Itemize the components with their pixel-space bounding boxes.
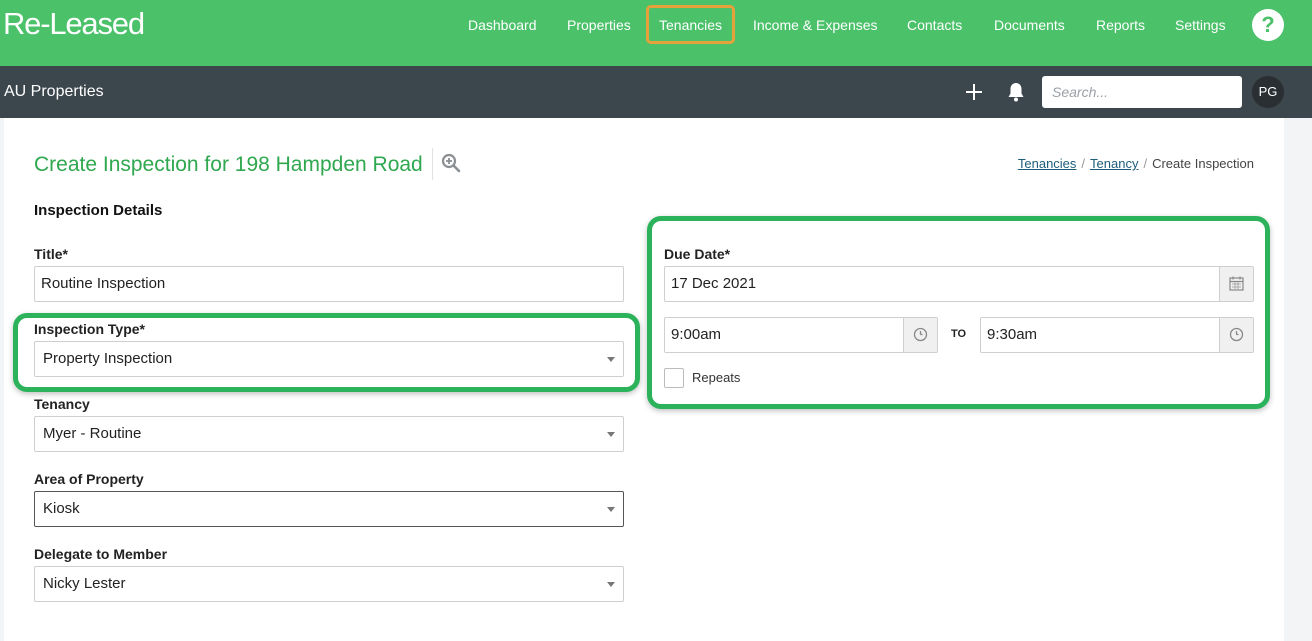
nav-contacts[interactable]: Contacts bbox=[907, 17, 962, 33]
plus-icon[interactable] bbox=[963, 81, 985, 103]
nav-reports[interactable]: Reports bbox=[1096, 17, 1145, 33]
title-divider bbox=[432, 148, 433, 180]
breadcrumb-tenancy[interactable]: Tenancy bbox=[1090, 156, 1138, 171]
magnifier-plus-icon[interactable] bbox=[441, 153, 461, 173]
nav-dashboard[interactable]: Dashboard bbox=[468, 17, 537, 33]
caret-down-icon bbox=[607, 582, 615, 587]
breadcrumb: Tenancies / Tenancy / Create Inspection bbox=[1018, 156, 1254, 171]
delegate-select[interactable]: Nicky Lester bbox=[34, 566, 624, 602]
nav-tenancies[interactable]: Tenancies bbox=[646, 5, 736, 44]
content-panel: Create Inspection for 198 Hampden Road T… bbox=[4, 118, 1284, 641]
caret-down-icon bbox=[607, 507, 615, 512]
title-label: Title* bbox=[34, 246, 68, 262]
nav-properties[interactable]: Properties bbox=[567, 17, 631, 33]
search-input[interactable] bbox=[1042, 76, 1242, 108]
calendar-icon[interactable] bbox=[1219, 267, 1253, 301]
delegate-value: Nicky Lester bbox=[43, 575, 126, 592]
nav-documents[interactable]: Documents bbox=[994, 17, 1065, 33]
organisation-name: AU Properties bbox=[4, 83, 104, 100]
area-label: Area of Property bbox=[34, 471, 144, 487]
question-icon[interactable]: ? bbox=[1252, 9, 1284, 41]
end-time-field[interactable]: 9:30am bbox=[980, 317, 1254, 353]
due-date-field[interactable]: 17 Dec 2021 bbox=[664, 266, 1254, 302]
nav-income-expenses[interactable]: Income & Expenses bbox=[753, 17, 878, 33]
repeats-checkbox[interactable] bbox=[664, 368, 684, 388]
repeats-label: Repeats bbox=[692, 370, 741, 385]
breadcrumb-separator: / bbox=[1081, 156, 1086, 171]
caret-down-icon bbox=[607, 432, 615, 437]
avatar[interactable]: PG bbox=[1252, 76, 1284, 108]
clock-icon[interactable] bbox=[903, 318, 937, 352]
tenancy-label: Tenancy bbox=[34, 396, 90, 412]
area-select[interactable]: Kiosk bbox=[34, 491, 624, 527]
inspection-type-select[interactable]: Property Inspection bbox=[34, 341, 624, 377]
delegate-label: Delegate to Member bbox=[34, 546, 168, 562]
inspection-type-label: Inspection Type* bbox=[34, 321, 145, 337]
bell-icon[interactable] bbox=[1004, 80, 1028, 104]
to-label: TO bbox=[951, 328, 967, 340]
page-title: Create Inspection for 198 Hampden Road bbox=[34, 153, 423, 176]
area-value: Kiosk bbox=[43, 500, 80, 517]
start-time-value: 9:00am bbox=[671, 326, 722, 343]
tenancy-value: Myer - Routine bbox=[43, 425, 142, 442]
start-time-field[interactable]: 9:00am bbox=[664, 317, 938, 353]
end-time-value: 9:30am bbox=[987, 326, 1038, 343]
breadcrumb-separator: / bbox=[1143, 156, 1148, 171]
section-title: Inspection Details bbox=[34, 202, 163, 219]
app-logo[interactable]: Re-Leased bbox=[3, 6, 145, 42]
title-field[interactable]: Routine Inspection bbox=[34, 266, 624, 302]
sub-header: AU Properties PG bbox=[0, 66, 1312, 118]
tenancy-select[interactable]: Myer - Routine bbox=[34, 416, 624, 452]
nav-settings[interactable]: Settings bbox=[1175, 17, 1226, 33]
due-date-value: 17 Dec 2021 bbox=[671, 275, 757, 292]
caret-down-icon bbox=[607, 357, 615, 362]
top-nav: Re-Leased Dashboard Properties Tenancies… bbox=[0, 0, 1312, 66]
breadcrumb-tenancies[interactable]: Tenancies bbox=[1018, 156, 1077, 171]
inspection-type-value: Property Inspection bbox=[43, 350, 173, 367]
due-date-label: Due Date* bbox=[664, 246, 731, 262]
breadcrumb-current: Create Inspection bbox=[1152, 156, 1254, 171]
clock-icon[interactable] bbox=[1219, 318, 1253, 352]
